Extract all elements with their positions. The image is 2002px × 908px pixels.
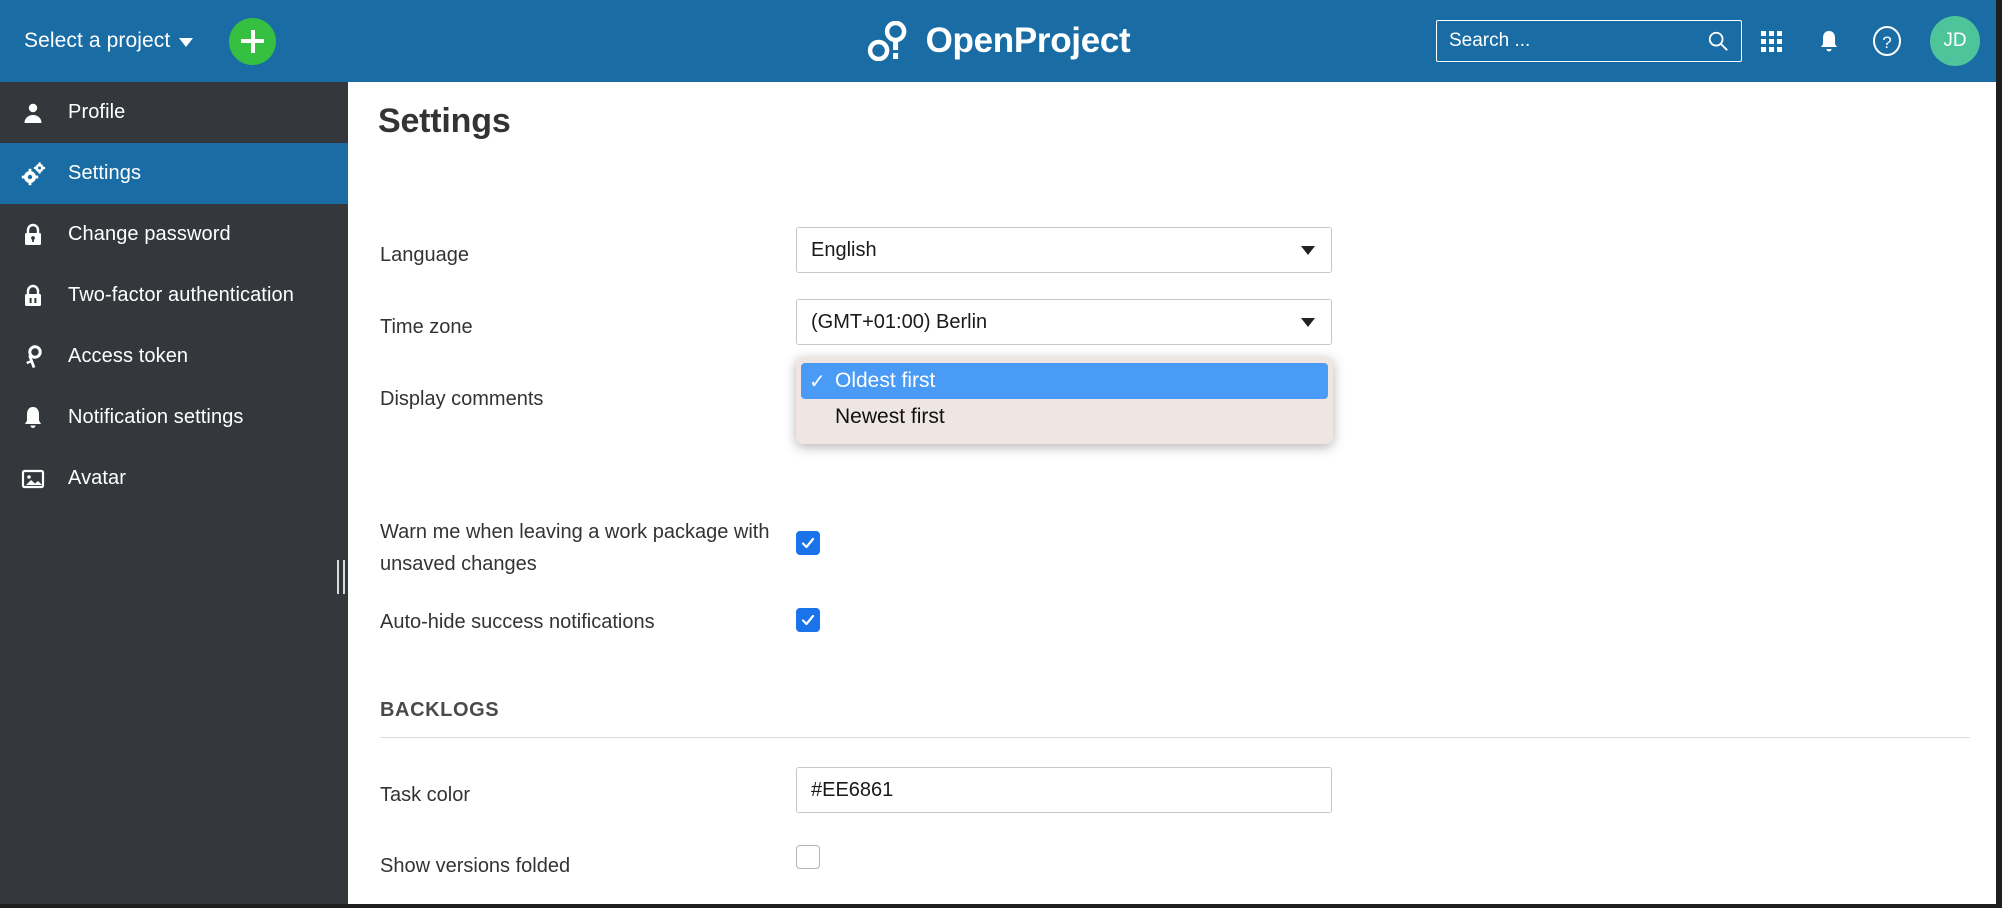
- sidebar-item-two-factor-authentication[interactable]: Two-factor authentication: [0, 265, 348, 326]
- app-window: Select a project OpenProject Search ... …: [0, 0, 2002, 908]
- chevron-down-icon: [179, 38, 194, 47]
- auto-hide-notifications-checkbox[interactable]: [796, 608, 820, 632]
- check-icon: [801, 537, 815, 549]
- show-versions-folded-label: Show versions folded: [380, 855, 571, 877]
- search-icon[interactable]: [1707, 30, 1729, 52]
- language-select[interactable]: English: [796, 227, 1332, 273]
- project-selector[interactable]: Select a project: [18, 0, 199, 82]
- auto-hide-notifications-label: Auto-hide success notifications: [380, 611, 655, 633]
- sidebar-item-label: Avatar: [68, 467, 127, 489]
- lock-2fa-icon: [20, 283, 46, 309]
- chevron-down-icon: [1301, 245, 1315, 255]
- sidebar-item-label: Two-factor authentication: [68, 284, 294, 306]
- check-icon: [801, 614, 815, 626]
- lock-icon: [20, 222, 46, 248]
- header-actions: ? JD: [1436, 0, 1980, 82]
- sidebar-item-label: Access token: [68, 345, 189, 367]
- sidebar-item-label: Profile: [68, 101, 126, 123]
- check-icon: ✓: [809, 370, 826, 393]
- user-icon: [20, 100, 46, 126]
- page-title: Settings: [378, 102, 511, 140]
- gears-icon: [20, 161, 46, 187]
- modules-button[interactable]: [1742, 0, 1800, 82]
- sidebar-item-settings[interactable]: Settings: [0, 143, 348, 204]
- help-button[interactable]: ?: [1858, 0, 1916, 82]
- sidebar-item-label: Change password: [68, 223, 231, 245]
- sidebar-item-notification-settings[interactable]: Notification settings: [0, 387, 348, 448]
- display-comments-label: Display comments: [380, 388, 544, 410]
- display-comments-dropdown-menu: ✓ Oldest first ✓ Newest first: [796, 357, 1333, 444]
- openproject-logo-icon: [867, 21, 907, 61]
- sidebar-item-access-token[interactable]: Access token: [0, 326, 348, 387]
- sidebar-item-profile[interactable]: Profile: [0, 82, 348, 143]
- sidebar-item-label: Settings: [68, 162, 142, 184]
- sidebar-item-label: Notification settings: [68, 406, 244, 428]
- bell-icon: [1821, 30, 1837, 51]
- svg-text:?: ?: [1882, 33, 1891, 52]
- dropdown-option-label: Newest first: [835, 405, 945, 428]
- time-zone-label: Time zone: [380, 316, 473, 338]
- project-selector-label: Select a project: [24, 29, 171, 52]
- dropdown-option-newest-first[interactable]: ✓ Newest first: [801, 399, 1328, 435]
- task-color-input[interactable]: [796, 767, 1332, 813]
- task-color-label: Task color: [380, 784, 471, 806]
- sidebar-item-avatar[interactable]: Avatar: [0, 448, 348, 509]
- language-label: Language: [380, 244, 469, 266]
- check-icon-placeholder: ✓: [809, 405, 835, 430]
- bell-icon: [20, 405, 46, 431]
- dropdown-option-oldest-first[interactable]: ✓ Oldest first: [801, 363, 1328, 399]
- main-content: Settings Language English Time zone (GMT…: [348, 82, 1996, 904]
- help-circle-icon: ?: [1873, 26, 1901, 56]
- top-header: Select a project OpenProject Search ... …: [0, 0, 1996, 82]
- show-versions-folded-checkbox[interactable]: [796, 845, 820, 869]
- search-input[interactable]: [1449, 30, 1707, 52]
- sidebar-resize-handle[interactable]: [337, 560, 345, 594]
- time-zone-select[interactable]: (GMT+01:00) Berlin: [796, 299, 1332, 345]
- warn-unsaved-label: Warn me when leaving a work package with…: [380, 521, 770, 575]
- image-icon: [20, 466, 46, 492]
- dropdown-option-label: Oldest first: [835, 369, 936, 392]
- section-divider: [380, 737, 1970, 738]
- avatar[interactable]: JD: [1930, 16, 1980, 66]
- chevron-down-icon: [1301, 317, 1315, 327]
- brand-logo-link[interactable]: OpenProject: [866, 21, 1131, 61]
- time-zone-select-value: (GMT+01:00) Berlin: [811, 310, 988, 333]
- backlogs-section-title: BACKLOGS: [380, 699, 500, 721]
- notifications-button[interactable]: [1800, 0, 1858, 82]
- avatar-initials: JD: [1943, 30, 1967, 51]
- brand-name: OpenProject: [925, 21, 1131, 60]
- grid-icon: [1760, 30, 1782, 52]
- key-icon: [20, 344, 46, 370]
- warn-unsaved-checkbox[interactable]: [796, 531, 820, 555]
- add-button[interactable]: [229, 17, 277, 65]
- sidebar-item-change-password[interactable]: Change password: [0, 204, 348, 265]
- plus-icon: [241, 29, 265, 53]
- search-box[interactable]: [1436, 20, 1742, 62]
- sidebar: Profile Settings Change password Two-fac…: [0, 82, 348, 904]
- language-select-value: English: [811, 238, 877, 261]
